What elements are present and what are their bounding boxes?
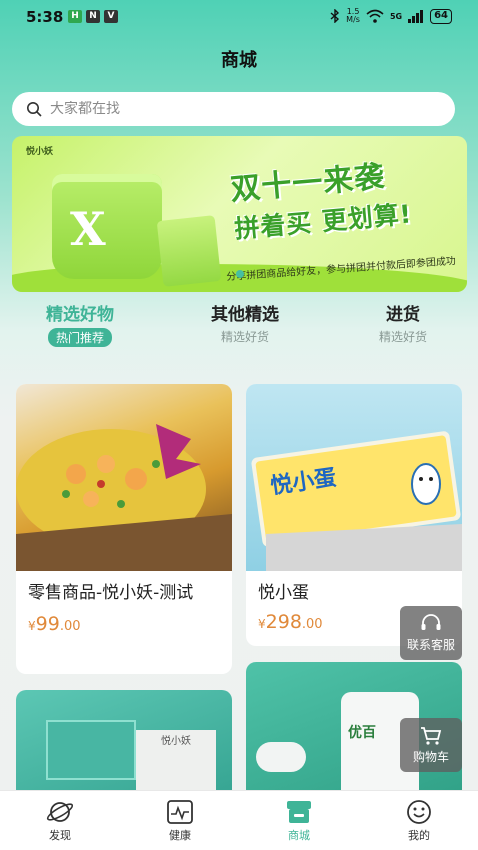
network-type: 5G (389, 11, 403, 21)
product-name: 零售商品-悦小妖-测试 (28, 583, 194, 603)
net-speed: 1.5 M/s (346, 8, 360, 24)
heart-rate-icon (167, 800, 193, 824)
tab-sublabel: 热门推荐 (47, 328, 112, 347)
nav-label: 我的 (408, 829, 430, 842)
product-image-label: 优百 (348, 725, 376, 741)
tab-restock[interactable]: 进货 精选好货 (360, 300, 446, 345)
promo-banner[interactable]: 悦小妖 X 双十一来袭 拼着买 更划算! 分享拼团商品给好友，参与拼团并付款后即… (12, 136, 467, 292)
bluetooth-icon (330, 9, 340, 23)
price-currency: ¥ (28, 619, 36, 633)
cart-label: 购物车 (412, 750, 449, 764)
banner-brand: 悦小妖 (26, 147, 54, 157)
tab-other[interactable]: 其他精选 精选好货 (190, 300, 300, 345)
nav-label: 健康 (169, 829, 191, 842)
nav-discover[interactable]: 发现 (20, 799, 100, 843)
price-decimal: .00 (59, 619, 81, 634)
search-bar[interactable] (12, 92, 455, 126)
wifi-icon (366, 9, 384, 23)
product-name: 悦小蛋 (258, 583, 309, 603)
tab-label: 进货 (386, 305, 420, 325)
battery-icon: 64 (430, 8, 452, 24)
nav-label: 商城 (288, 829, 310, 842)
tab-sublabel: 精选好货 (378, 330, 427, 344)
customer-service-button[interactable]: 联系客服 (400, 606, 462, 660)
headset-icon (421, 614, 441, 630)
product-capsule-shape (256, 742, 306, 772)
category-tabs: 精选好物 热门推荐 其他精选 精选好货 进货 精选好货 (0, 300, 478, 350)
banner-pack-image (156, 215, 222, 287)
nav-label: 发现 (49, 829, 71, 842)
price-currency: ¥ (258, 617, 266, 631)
nav-store[interactable]: 商城 (259, 799, 339, 843)
pineapple-rice-image (16, 424, 232, 571)
carousel-indicator (236, 270, 244, 278)
product-price: ¥99.00 (16, 613, 232, 635)
price-integer: 298 (265, 611, 302, 633)
tab-label: 其他精选 (211, 305, 279, 325)
banner-product-logo: X (70, 202, 106, 256)
customer-service-label: 联系客服 (406, 638, 455, 652)
store-icon (287, 801, 311, 823)
cart-icon (421, 727, 442, 745)
status-notification-icons: H N V (68, 10, 118, 23)
price-integer: 99 (35, 613, 60, 635)
search-input[interactable] (50, 101, 430, 117)
tab-featured[interactable]: 精选好物 热门推荐 (30, 300, 130, 347)
planet-icon (46, 802, 74, 822)
status-time: 5:38 (26, 8, 64, 26)
product-image (16, 384, 232, 571)
nav-mine[interactable]: 我的 (379, 799, 459, 843)
net-speed-unit: M/s (346, 15, 360, 24)
product-card[interactable]: 零售商品-悦小妖-测试 ¥99.00 (16, 384, 232, 674)
nav-health[interactable]: 健康 (140, 799, 220, 843)
h-badge-icon: H (68, 10, 82, 23)
page-title: 商城 (221, 50, 257, 71)
signal-icon (408, 9, 424, 23)
price-decimal: .00 (301, 617, 323, 632)
cart-button[interactable]: 购物车 (400, 718, 462, 772)
smiley-icon (407, 800, 431, 824)
product-image: 悦小蛋 (246, 384, 462, 571)
status-right: 1.5 M/s 5G 64 (330, 8, 452, 24)
bottom-nav: 发现 健康 商城 我的 (0, 790, 478, 850)
tab-label: 精选好物 (46, 305, 114, 325)
banner-bucket-image (52, 174, 162, 279)
tab-sublabel: 精选好货 (220, 330, 269, 344)
status-bar: 5:38 H N V 1.5 M/s 5G 64 (0, 0, 478, 34)
n-badge-icon: N (86, 10, 100, 23)
search-icon (27, 102, 42, 117)
product-box-shape (46, 720, 136, 780)
v-badge-icon: V (104, 10, 118, 23)
